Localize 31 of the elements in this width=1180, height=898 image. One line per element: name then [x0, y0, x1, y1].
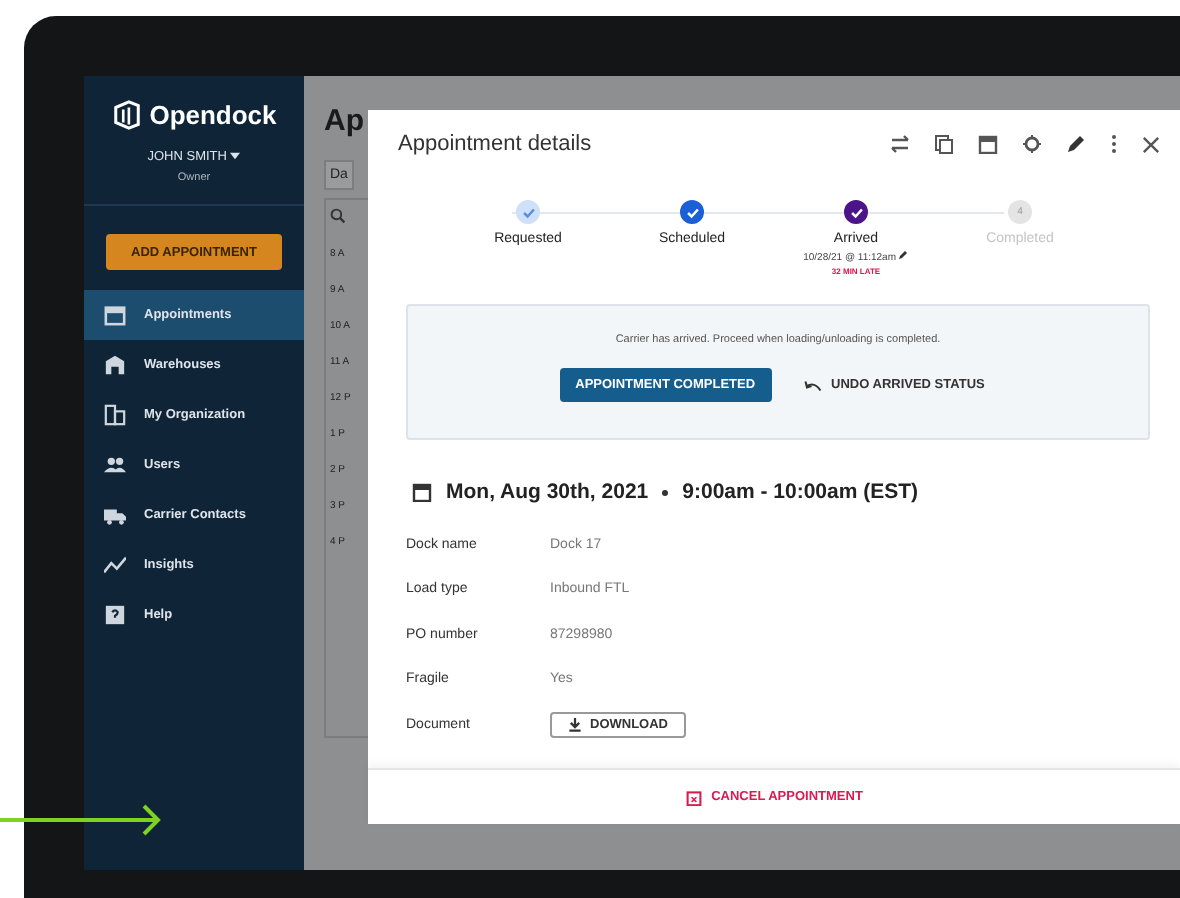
appointment-date: Mon, Aug 30th, 2021	[446, 480, 649, 504]
download-icon	[568, 717, 582, 732]
pencil-icon[interactable]	[1066, 134, 1086, 154]
more-icon[interactable]	[1110, 134, 1118, 154]
close-icon[interactable]	[1142, 135, 1160, 153]
brand-name: Opendock	[149, 100, 277, 130]
building-icon	[104, 404, 126, 426]
pencil-icon[interactable]	[898, 250, 909, 260]
zoom-icon	[330, 208, 346, 224]
separator-dot	[662, 489, 669, 495]
chart-icon	[104, 554, 126, 576]
swap-icon[interactable]	[890, 134, 910, 154]
logo-icon	[111, 100, 142, 130]
dialog-title: Appointment details	[398, 132, 592, 156]
help-icon	[104, 604, 126, 626]
check-icon	[521, 205, 535, 219]
calendar-icon[interactable]	[978, 134, 998, 154]
calendar-icon	[412, 482, 432, 502]
copy-icon[interactable]	[934, 134, 954, 154]
page-title: Ap	[324, 104, 364, 138]
users-icon	[104, 454, 126, 476]
appointment-time: 9:00am - 10:00am (EST)	[682, 480, 919, 504]
truck-icon	[104, 504, 126, 526]
caret-icon	[230, 152, 241, 160]
calendar-icon	[104, 304, 126, 326]
undo-icon	[803, 379, 822, 391]
settings-icon[interactable]	[1022, 134, 1042, 154]
check-icon	[685, 205, 699, 219]
calendar-x-icon	[685, 789, 702, 805]
check-icon	[849, 205, 863, 219]
warehouse-icon	[104, 354, 126, 376]
